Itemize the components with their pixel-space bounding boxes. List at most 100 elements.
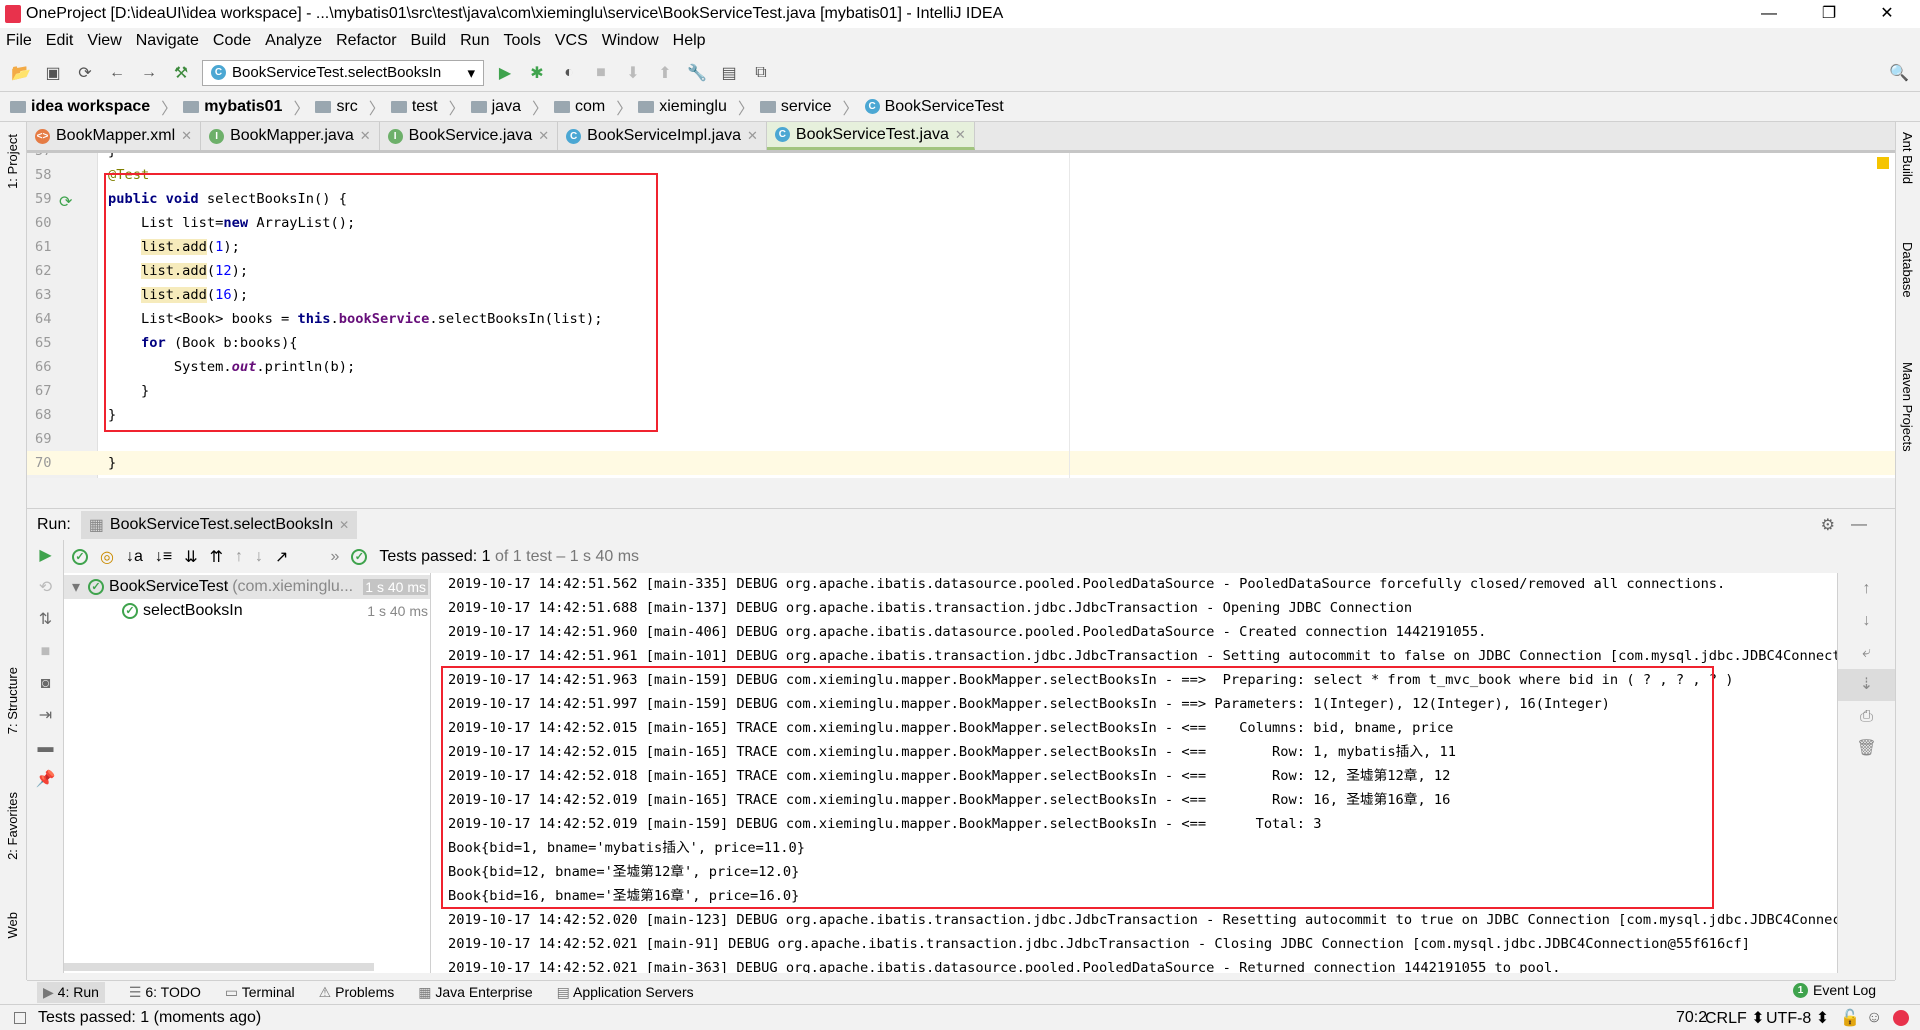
expand-all-icon[interactable]: ⇊ xyxy=(184,547,197,567)
breadcrumb-item[interactable]: java 〉 xyxy=(470,95,548,119)
line-separator[interactable]: CRLF ⬍ xyxy=(1705,1008,1765,1028)
file-encoding[interactable]: UTF-8 ⬍ xyxy=(1766,1008,1829,1028)
breadcrumb-item[interactable]: test 〉 xyxy=(390,95,465,119)
build-icon[interactable]: ⚒ xyxy=(170,62,192,84)
menu-tools[interactable]: Tools xyxy=(503,32,540,50)
stop-icon[interactable]: ■ xyxy=(590,62,612,84)
tool-window-ant-build[interactable]: Ant Build xyxy=(1900,132,1915,184)
tab-bookserviceimpl-java[interactable]: C BookServiceImpl.java ✕ xyxy=(558,122,767,150)
stop-icon[interactable]: ■ xyxy=(27,636,64,668)
caret-position[interactable]: 70:2 xyxy=(1676,1009,1707,1027)
gear-icon[interactable]: ⚙ xyxy=(1821,515,1835,535)
scroll-down-icon[interactable]: ↓ xyxy=(1838,605,1895,637)
event-log-button[interactable]: 1 Event Log xyxy=(1793,982,1876,998)
close-tab-icon[interactable]: ✕ xyxy=(538,128,549,144)
sort-duration-icon[interactable]: ↓≡ xyxy=(155,548,172,566)
menu-refactor[interactable]: Refactor xyxy=(336,32,396,50)
clear-icon[interactable]: 🗑 xyxy=(1838,733,1895,765)
bottom-tab-application-servers[interactable]: ▤ Application Servers xyxy=(557,984,694,1001)
inspector-icon[interactable]: ☺ xyxy=(1866,1009,1882,1027)
rerun-failed-icon[interactable]: ⟲ xyxy=(27,572,64,604)
prev-failed-icon[interactable]: ↑ xyxy=(235,548,243,566)
menu-vcs[interactable]: VCS xyxy=(555,32,588,50)
tab-bookmapper-java[interactable]: I BookMapper.java ✕ xyxy=(201,122,380,150)
menu-edit[interactable]: Edit xyxy=(46,32,74,50)
project-structure-icon[interactable]: ▤ xyxy=(718,62,740,84)
menu-view[interactable]: View xyxy=(87,32,121,50)
test-tree-row[interactable]: ✓ selectBooksIn 1 s 40 ms xyxy=(64,599,430,623)
save-icon[interactable]: ▣ xyxy=(42,62,64,84)
expand-arrow-icon[interactable]: ▾ xyxy=(72,577,80,597)
menu-build[interactable]: Build xyxy=(411,32,447,50)
tool-window-maven[interactable]: Maven Projects xyxy=(1900,362,1915,452)
back-icon[interactable]: ← xyxy=(106,62,128,84)
layout-icon[interactable]: ▬ xyxy=(27,732,64,764)
sdk-icon[interactable]: ⧉ xyxy=(750,62,772,84)
coverage-icon[interactable]: ◐ xyxy=(558,62,580,84)
screenshot-icon[interactable]: ◙ xyxy=(27,668,64,700)
code-editor[interactable]: 70} 69 68} 67 } 66 System.out.println(b); 65 … xyxy=(27,153,1895,478)
menu-run[interactable]: Run xyxy=(460,32,489,50)
run-config-select[interactable]: C BookServiceTest.selectBooksIn ▾ xyxy=(202,59,484,86)
run-icon[interactable]: ▶ xyxy=(494,62,516,84)
bottom-tab-terminal[interactable]: ▭ Terminal xyxy=(225,984,295,1001)
menu-analyze[interactable]: Analyze xyxy=(265,32,322,50)
show-passed-icon[interactable]: ✓ xyxy=(72,548,88,565)
close-tab-icon[interactable]: ✕ xyxy=(360,128,371,144)
menu-file[interactable]: File xyxy=(6,32,32,50)
restore-button[interactable]: ❐ xyxy=(1806,0,1852,28)
forward-icon[interactable]: → xyxy=(138,62,160,84)
rerun-icon[interactable]: ▶ xyxy=(27,540,64,572)
pin-icon[interactable]: 📌 xyxy=(27,764,64,796)
breadcrumb-item[interactable]: service 〉 xyxy=(759,95,859,119)
more-icon[interactable]: » xyxy=(330,548,339,566)
horizontal-scrollbar[interactable] xyxy=(64,963,374,971)
print-icon[interactable]: ⎙ xyxy=(1838,701,1895,733)
run-tab[interactable]: ▦ BookServiceTest.selectBooksIn ✕ xyxy=(80,510,358,539)
tab-bookservice-java[interactable]: I BookService.java ✕ xyxy=(380,122,559,150)
hide-icon[interactable]: — xyxy=(1851,516,1867,534)
close-button[interactable]: ✕ xyxy=(1864,0,1910,28)
bottom-tab-java-enterprise[interactable]: ▦ Java Enterprise xyxy=(418,984,532,1001)
menu-navigate[interactable]: Navigate xyxy=(136,32,199,50)
scroll-to-end-icon[interactable]: ⇣ xyxy=(1838,669,1895,701)
show-ignored-icon[interactable]: ◎ xyxy=(100,547,114,567)
export-icon[interactable]: ⇥ xyxy=(27,700,64,732)
bottom-tab-6-todo[interactable]: ☰ 6: TODO xyxy=(129,984,201,1001)
test-tree-row[interactable]: ▾ ✓ BookServiceTest (com.xieminglu... 1 … xyxy=(64,575,430,599)
settings-wrench-icon[interactable]: 🔧 xyxy=(686,62,708,84)
vcs-update-icon[interactable]: ⬇ xyxy=(622,62,644,84)
menu-code[interactable]: Code xyxy=(213,32,251,50)
breadcrumb-item[interactable]: xieminglu 〉 xyxy=(638,95,754,119)
breadcrumb-item[interactable]: idea workspace 〉 xyxy=(10,95,177,119)
sync-icon[interactable]: ⟳ xyxy=(74,62,96,84)
vcs-commit-icon[interactable]: ⬆ xyxy=(654,62,676,84)
debug-icon[interactable]: ✱ xyxy=(526,62,548,84)
close-tab-icon[interactable]: ✕ xyxy=(181,128,192,144)
collapse-all-icon[interactable]: ⇈ xyxy=(210,547,223,567)
breadcrumb-item[interactable]: com 〉 xyxy=(554,95,632,119)
scroll-up-icon[interactable]: ↑ xyxy=(1838,573,1895,605)
menu-help[interactable]: Help xyxy=(673,32,706,50)
close-tab-icon[interactable]: ✕ xyxy=(339,518,349,532)
tool-windows-icon[interactable] xyxy=(14,1011,26,1024)
soft-wrap-icon[interactable]: ⤶ xyxy=(1838,637,1895,669)
menu-window[interactable]: Window xyxy=(602,32,659,50)
run-test-gutter-icon[interactable]: ⟳ xyxy=(59,192,72,212)
tool-window-database[interactable]: Database xyxy=(1900,242,1915,298)
toggle-auto-test-icon[interactable]: ⇅ xyxy=(27,604,64,636)
minimize-button[interactable]: — xyxy=(1746,0,1792,28)
breadcrumb-item[interactable]: src 〉 xyxy=(315,95,385,119)
tool-window-project[interactable]: 1: Project xyxy=(5,134,20,189)
tab-bookmapper-xml[interactable]: <> BookMapper.xml ✕ xyxy=(27,122,202,150)
close-tab-icon[interactable]: ✕ xyxy=(747,128,758,144)
inspection-indicator[interactable] xyxy=(1877,157,1889,169)
tab-bookservicetest-java[interactable]: C BookServiceTest.java ✕ xyxy=(766,122,975,150)
sort-alpha-icon[interactable]: ↓a xyxy=(126,548,143,566)
error-indicator-icon[interactable] xyxy=(1893,1009,1909,1026)
next-failed-icon[interactable]: ↓ xyxy=(255,548,263,566)
tool-window-structure[interactable]: 7: Structure xyxy=(5,667,20,734)
console-output[interactable]: 2019-10-17 14:42:52.021 [main-363] DEBUG… xyxy=(431,573,1895,973)
close-tab-icon[interactable]: ✕ xyxy=(955,127,966,143)
breadcrumb-item[interactable]: mybatis01 〉 xyxy=(183,95,309,119)
